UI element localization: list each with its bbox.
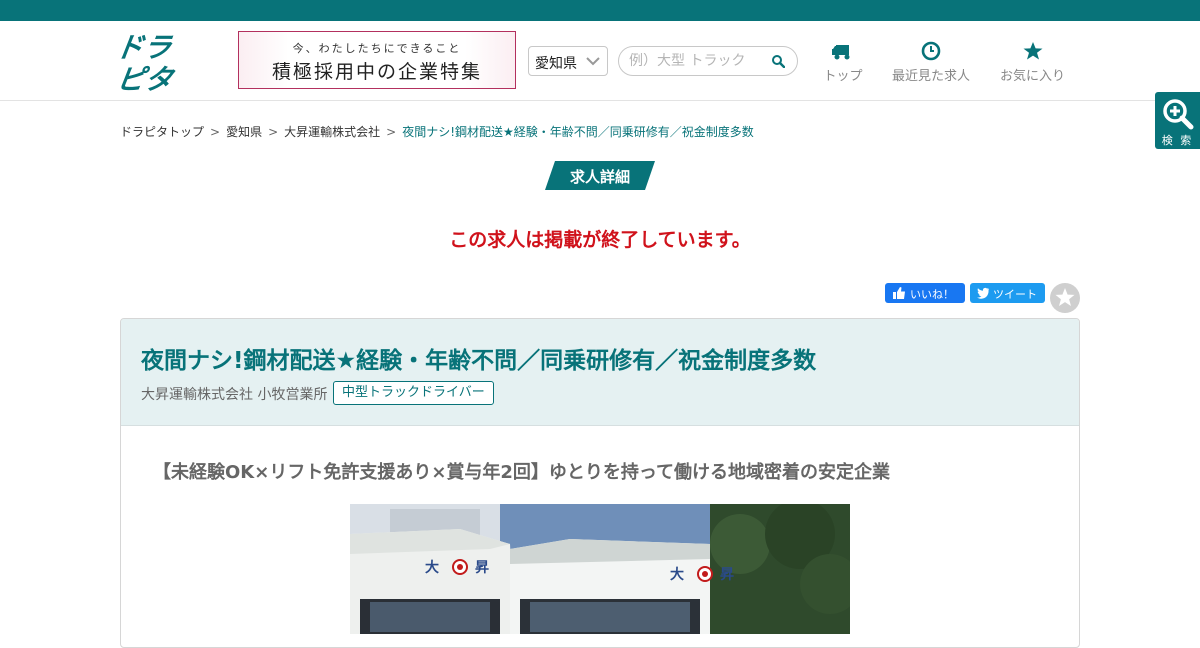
star-icon: [1023, 42, 1042, 60]
job-title: 夜間ナシ!鋼材配送★経験・年齢不問／同乗研修有／祝金制度多数: [141, 348, 817, 374]
svg-text:大: 大: [670, 566, 684, 583]
truck-icon: [832, 45, 850, 60]
breadcrumb-prefecture[interactable]: 愛知県: [226, 125, 262, 139]
site-header: ドラ ピタ 今、わたしたちにできること 積極採用中の企業特集 愛知県 トップ: [0, 21, 1200, 101]
svg-text:昇: 昇: [475, 560, 489, 576]
section-heading-text: 求人詳細: [569, 168, 630, 186]
tweet-label: ツイート: [993, 288, 1037, 301]
job-card: 夜間ナシ!鋼材配送★経験・年齢不問／同乗研修有／祝金制度多数 大昇運輸株式会社 …: [120, 318, 1080, 648]
prefecture-value: 愛知県: [535, 56, 577, 72]
prefecture-select[interactable]: 愛知県: [528, 46, 608, 76]
search-icon[interactable]: [771, 54, 785, 68]
nav-top[interactable]: トップ: [818, 41, 868, 84]
breadcrumb-home[interactable]: ドラピタトップ: [120, 125, 204, 139]
nav-favorites-label: お気に入り: [999, 69, 1065, 84]
search-panel-label: 検 索: [1161, 134, 1194, 147]
zoom-in-icon: [1163, 99, 1194, 130]
truck-photo: 大 昇 大 昇: [350, 504, 850, 634]
search-input[interactable]: [629, 53, 764, 69]
nav-recent-label: 最近見た求人: [891, 69, 970, 84]
svg-text:ピタ: ピタ: [118, 63, 177, 95]
chevron-down-icon: [586, 57, 600, 66]
breadcrumb-separator: >: [386, 125, 397, 139]
breadcrumb-separator: >: [210, 125, 221, 139]
job-card-header: 夜間ナシ!鋼材配送★経験・年齢不問／同乗研修有／祝金制度多数 大昇運輸株式会社 …: [121, 319, 1079, 426]
clock-icon: [921, 41, 941, 61]
search-panel-button[interactable]: 検 索: [1155, 92, 1200, 149]
facebook-like-button[interactable]: いいね！: [885, 283, 965, 303]
favorite-button[interactable]: [1050, 283, 1080, 313]
job-category-tag[interactable]: 中型トラックドライバー: [333, 381, 494, 405]
like-label: いいね！: [910, 288, 954, 301]
feature-banner[interactable]: 今、わたしたちにできること 積極採用中の企業特集: [238, 31, 516, 89]
tweet-button[interactable]: ツイート: [970, 283, 1045, 303]
thumbs-up-icon: [893, 287, 905, 299]
breadcrumb-separator: >: [268, 125, 279, 139]
svg-text:ドラ: ドラ: [118, 31, 175, 64]
keyword-search: [618, 46, 798, 76]
job-catchphrase: 【未経験OK×リフト免許支援あり×賞与年2回】ゆとりを持って働ける地域密着の安定…: [153, 462, 891, 483]
svg-text:大: 大: [425, 559, 439, 576]
nav-top-label: トップ: [823, 69, 863, 84]
svg-text:昇: 昇: [720, 567, 734, 583]
breadcrumb-current: 夜間ナシ!鋼材配送★経験・年齢不問／同乗研修有／祝金制度多数: [402, 125, 754, 139]
logo-mark: ドラ ピタ: [113, 31, 177, 96]
star-icon: [1055, 288, 1075, 306]
breadcrumb: ドラピタトップ > 愛知県 > 大昇運輸株式会社 > 夜間ナシ!鋼材配送★経験・年齢不問／同…: [120, 123, 754, 140]
twitter-bird-icon: [977, 287, 990, 299]
nav-favorites[interactable]: お気に入り: [995, 41, 1070, 84]
nav-recent[interactable]: 最近見た求人: [887, 41, 975, 84]
breadcrumb-company[interactable]: 大昇運輸株式会社: [284, 125, 380, 139]
banner-subtitle: 今、わたしたちにできること: [292, 42, 462, 55]
top-accent-bar: [0, 0, 1200, 21]
listing-ended-notice: この求人は掲載が終了しています。: [449, 229, 751, 251]
company-name[interactable]: 大昇運輸株式会社 小牧営業所: [141, 384, 327, 404]
section-heading: 求人詳細: [545, 161, 655, 190]
site-logo[interactable]: ドラ ピタ: [113, 29, 184, 96]
banner-title: 積極採用中の企業特集: [271, 61, 482, 83]
